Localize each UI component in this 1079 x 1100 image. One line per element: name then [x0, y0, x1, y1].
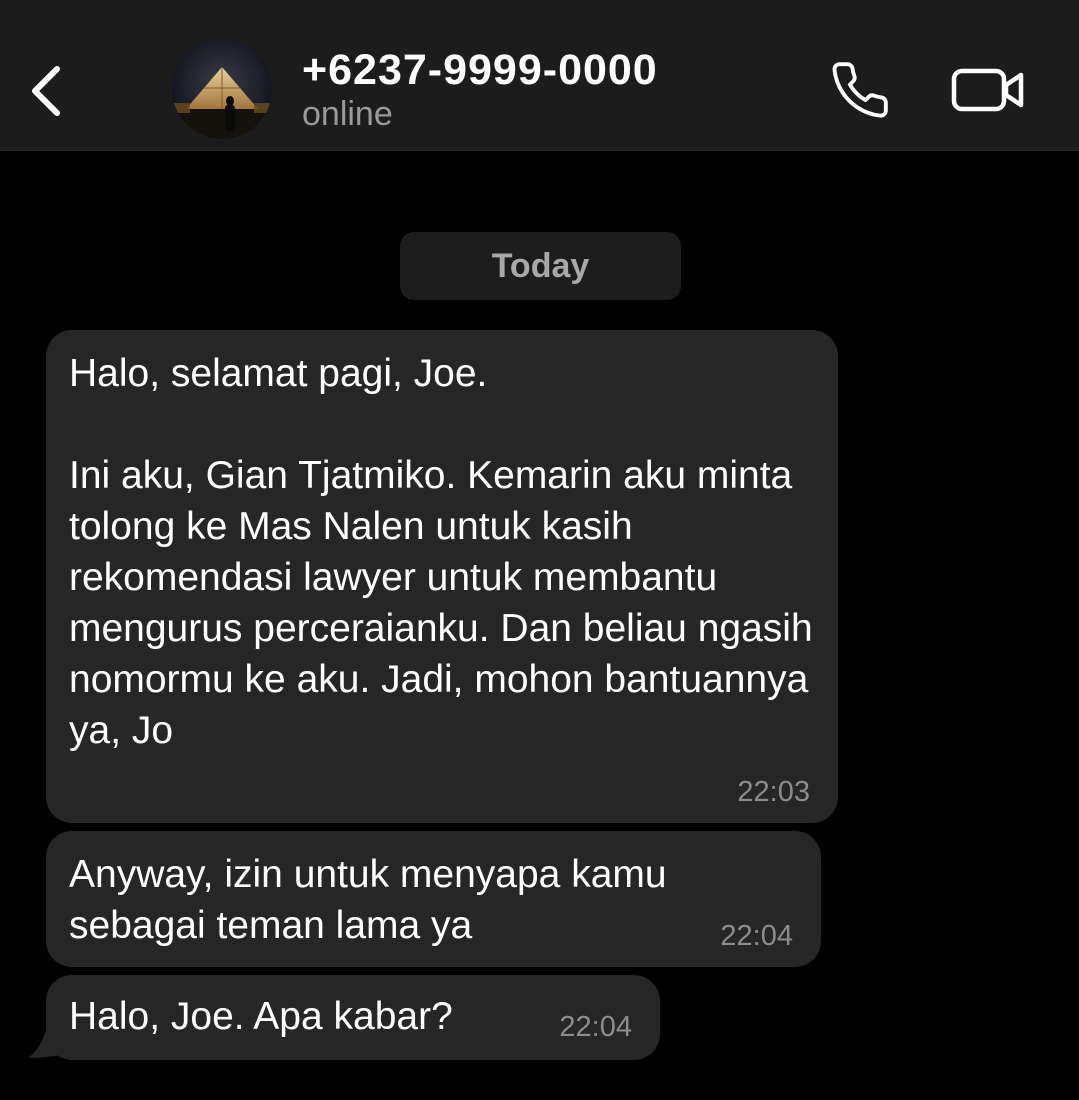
back-button[interactable] [18, 56, 72, 126]
chat-header: +6237-9999-0000 online [0, 0, 1079, 151]
video-call-button[interactable] [948, 60, 1028, 120]
contact-status: online [302, 95, 393, 133]
message-bubble[interactable]: Halo, selamat pagi, Joe. Ini aku, Gian T… [46, 330, 838, 823]
contact-info[interactable]: +6237-9999-0000 online [302, 42, 658, 134]
video-camera-icon [951, 68, 1024, 112]
phone-icon [832, 62, 888, 118]
message-bubble[interactable]: Anyway, izin untuk menyapa kamu sebagai … [46, 831, 821, 967]
date-separator: Today [400, 232, 681, 300]
message-text: Halo, Joe. Apa kabar? [69, 995, 453, 1038]
message-time: 22:04 [720, 920, 793, 952]
bubble-tail [28, 1020, 66, 1058]
message-text: Anyway, izin untuk menyapa kamu sebagai … [69, 853, 678, 947]
chevron-left-icon [32, 66, 60, 116]
avatar[interactable] [172, 39, 272, 139]
message-time: 22:03 [737, 776, 810, 808]
contact-name: +6237-9999-0000 [302, 46, 658, 94]
avatar-photo [172, 39, 272, 139]
voice-call-button[interactable] [826, 58, 894, 122]
message-text: Halo, selamat pagi, Joe. Ini aku, Gian T… [69, 352, 813, 752]
message-time: 22:04 [559, 1011, 632, 1043]
message-bubble[interactable]: Halo, Joe. Apa kabar? 22:04 [46, 975, 660, 1060]
